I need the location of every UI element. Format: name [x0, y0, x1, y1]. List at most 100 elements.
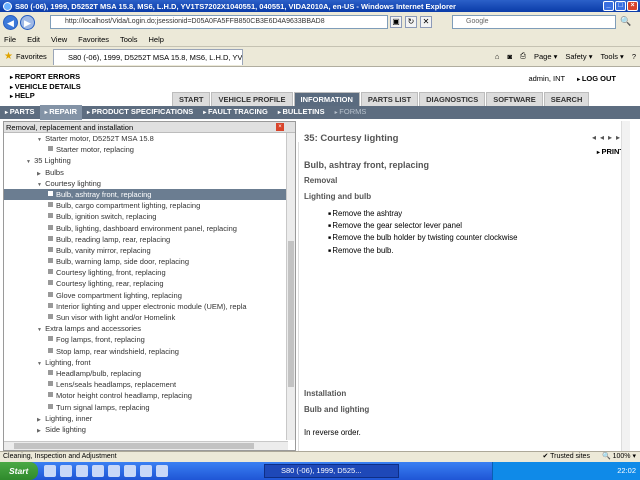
- scroll-thumb[interactable]: [14, 443, 254, 449]
- help-icon[interactable]: ?: [632, 52, 636, 61]
- document-icon: [48, 336, 53, 342]
- search-input[interactable]: Google: [452, 15, 616, 29]
- window-title-bar: S80 (-06), 1999, D5252T MSA 15.8, MS6, L…: [0, 0, 640, 12]
- quick-launch-icon[interactable]: [92, 465, 104, 477]
- tree-item-label: Starter motor, D5252T MSA 15.8: [45, 134, 154, 143]
- window-title: S80 (-06), 1999, D5252T MSA 15.8, MS6, L…: [15, 1, 456, 11]
- compatibility-icon[interactable]: ▣: [390, 16, 402, 28]
- tree-item[interactable]: ▼ Starter motor, D5252T MSA 15.8: [4, 133, 288, 144]
- previous-icon[interactable]: ◂◂: [592, 133, 608, 142]
- tree-item[interactable]: Starter motor, replacing: [4, 144, 288, 155]
- tree-item[interactable]: Bulb, cargo compartment lighting, replac…: [4, 200, 288, 211]
- document-icon: [48, 381, 53, 387]
- tree-item[interactable]: Fog lamps, front, replacing: [4, 334, 288, 345]
- document-icon: [48, 146, 53, 152]
- forward-button[interactable]: ▶: [20, 14, 35, 30]
- menu-file[interactable]: File: [4, 35, 16, 44]
- tree-item[interactable]: Bulb, vanity mirror, replacing: [4, 245, 288, 256]
- tree-item[interactable]: Lens/seals headlamps, replacement: [4, 379, 288, 390]
- tree-item[interactable]: Stop lamp, rear windshield, replacing: [4, 346, 288, 357]
- tree-item[interactable]: Bulb, lighting, dashboard environment pa…: [4, 223, 288, 234]
- tree-item[interactable]: Sun visor with light and/or Homelink: [4, 312, 288, 323]
- tab-vehicle-profile[interactable]: VEHICLE PROFILE: [211, 92, 293, 106]
- tree-vertical-scrollbar[interactable]: [286, 133, 295, 440]
- print-icon[interactable]: ⎙: [520, 51, 526, 61]
- quick-launch-icon[interactable]: [108, 465, 120, 477]
- home-icon[interactable]: ⌂: [495, 52, 500, 61]
- safety-menu[interactable]: Safety ▾: [565, 52, 592, 61]
- subnav-bulletins[interactable]: BULLETINS: [273, 105, 330, 120]
- menu-tools[interactable]: Tools: [120, 35, 138, 44]
- print-link[interactable]: PRINT: [597, 147, 625, 156]
- tree-item[interactable]: ▶ Side lighting: [4, 424, 288, 435]
- close-button[interactable]: ×: [627, 1, 638, 11]
- quick-launch-icon[interactable]: [124, 465, 136, 477]
- tab-start[interactable]: START: [172, 92, 211, 106]
- document-icon: [48, 347, 53, 353]
- page-menu[interactable]: Page ▾: [534, 52, 557, 61]
- taskbar-window-button[interactable]: S80 (-06), 1999, D525...: [264, 464, 399, 478]
- tree-item[interactable]: Turn signal lamps, replacing: [4, 402, 288, 413]
- subnav-parts[interactable]: PARTS: [0, 105, 40, 120]
- tab-parts-list[interactable]: PARTS LIST: [360, 92, 419, 106]
- tree-item[interactable]: ▼ Extra lamps and accessories: [4, 323, 288, 334]
- zoom-level[interactable]: 🔍 100% ▾: [602, 452, 636, 462]
- quick-launch-icon[interactable]: [76, 465, 88, 477]
- tree-item-label: Headlamp/bulb, replacing: [56, 368, 142, 378]
- tab-search[interactable]: SEARCH: [543, 92, 590, 106]
- tree-item[interactable]: Courtesy lighting, front, replacing: [4, 267, 288, 278]
- tree-item[interactable]: ▼ Courtesy lighting: [4, 178, 288, 189]
- tree-item-label: Bulb, vanity mirror, replacing: [56, 245, 151, 255]
- tab-software[interactable]: SOFTWARE: [486, 92, 543, 106]
- tab-diagnostics[interactable]: DIAGNOSTICS: [419, 92, 486, 106]
- tab-information[interactable]: INFORMATION: [293, 92, 360, 106]
- document-scrollbar[interactable]: [621, 121, 630, 451]
- tree-item[interactable]: ▶ Bulbs: [4, 167, 288, 178]
- tree-item[interactable]: ▼ Lighting, front: [4, 357, 288, 368]
- tree-item[interactable]: Bulb, ashtray front, replacing: [4, 188, 288, 201]
- quick-launch-icon[interactable]: [60, 465, 72, 477]
- tree-item[interactable]: Courtesy lighting, rear, replacing: [4, 278, 288, 289]
- back-button[interactable]: ◀: [3, 14, 18, 30]
- favorites-button[interactable]: ★ Favorites: [4, 51, 47, 62]
- tree-item[interactable]: Motor height control headlamp, replacing: [4, 390, 288, 401]
- logout-link[interactable]: LOG OUT: [577, 74, 616, 83]
- subnav-product-specifications[interactable]: PRODUCT SPECIFICATIONS: [82, 105, 198, 120]
- subnav-repair[interactable]: REPAIR: [39, 105, 83, 120]
- browser-tab[interactable]: S80 (-06), 1999, D5252T MSA 15.8, MS6, L…: [53, 49, 243, 65]
- help-link[interactable]: HELP: [10, 91, 81, 102]
- installation-heading: Installation: [304, 389, 347, 398]
- quick-launch-icon[interactable]: [140, 465, 152, 477]
- tree-horizontal-scrollbar[interactable]: [4, 441, 288, 450]
- document-icon: [48, 190, 53, 196]
- address-field[interactable]: http://localhost/Vida/Login.do;jsessioni…: [50, 15, 388, 29]
- start-button[interactable]: Start: [0, 462, 38, 480]
- quick-launch-icon[interactable]: [44, 465, 56, 477]
- collapsed-icon[interactable]: ▶: [37, 426, 43, 437]
- tree-item[interactable]: Glove compartment lighting, replacing: [4, 290, 288, 301]
- tree-item[interactable]: Bulb, warning lamp, side door, replacing: [4, 256, 288, 267]
- tree-item[interactable]: ▼ 35 Lighting: [4, 155, 288, 166]
- tree-item[interactable]: Headlamp/bulb, replacing: [4, 368, 288, 379]
- search-icon[interactable]: 🔍: [620, 16, 634, 28]
- maximize-button[interactable]: □: [615, 1, 626, 11]
- tree-item[interactable]: Bulb, reading lamp, rear, replacing: [4, 234, 288, 245]
- subnav-fault-tracing[interactable]: FAULT TRACING: [198, 105, 273, 120]
- tree-item[interactable]: ▶ Lighting, inner: [4, 413, 288, 424]
- menu-help[interactable]: Help: [149, 35, 164, 44]
- refresh-icon[interactable]: ↻: [405, 16, 417, 28]
- menu-view[interactable]: View: [51, 35, 67, 44]
- feeds-icon[interactable]: ◙: [507, 52, 512, 61]
- tools-menu[interactable]: Tools ▾: [600, 52, 623, 61]
- quick-launch-icon[interactable]: [156, 465, 168, 477]
- tree-item[interactable]: Interior lighting and upper electronic m…: [4, 301, 288, 312]
- menu-favorites[interactable]: Favorites: [78, 35, 109, 44]
- tree-item-label: Extra lamps and accessories: [45, 324, 141, 334]
- close-icon[interactable]: ×: [276, 123, 284, 131]
- tree-item[interactable]: Bulb, ignition switch, replacing: [4, 211, 288, 222]
- scroll-thumb[interactable]: [288, 241, 294, 387]
- minimize-button[interactable]: _: [603, 1, 614, 11]
- menu-edit[interactable]: Edit: [27, 35, 40, 44]
- clock: 22:02: [617, 466, 636, 475]
- stop-icon[interactable]: ✕: [420, 16, 432, 28]
